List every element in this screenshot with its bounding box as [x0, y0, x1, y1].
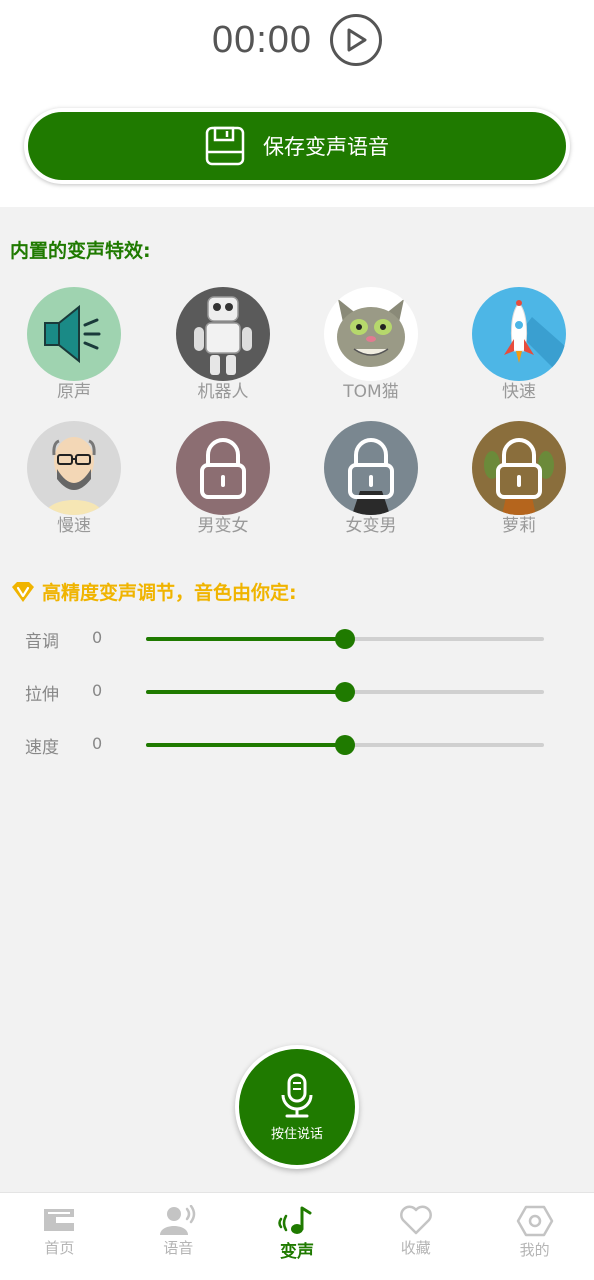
- slider-value: 0: [92, 628, 103, 647]
- tab-label: 语音: [163, 1239, 194, 1257]
- slider-value: 0: [92, 681, 103, 700]
- adjust-title-text: 高精度变声调节，音色由你定:: [42, 582, 297, 604]
- tab-favorites[interactable]: 收藏: [356, 1193, 475, 1280]
- slider-name: 拉伸: [25, 685, 59, 705]
- speed-slider[interactable]: [146, 735, 544, 755]
- hexagon-icon: [516, 1205, 553, 1237]
- effect-label: 快速: [502, 382, 536, 402]
- robot-icon: [194, 296, 252, 375]
- heart-icon: [399, 1205, 432, 1235]
- pitch-slider[interactable]: [146, 629, 544, 649]
- effects-section-title: 内置的变声特效:: [10, 240, 151, 262]
- play-icon: [347, 28, 367, 52]
- speaker-icon: [44, 304, 101, 364]
- tab-label: 收藏: [400, 1239, 431, 1257]
- rocket-icon: [504, 300, 566, 381]
- effect-label: 男变女: [197, 516, 249, 536]
- home-icon: [44, 1209, 75, 1231]
- slider-name: 速度: [25, 738, 59, 758]
- tab-mine[interactable]: 我的: [475, 1193, 594, 1280]
- adjust-section-title: 高精度变声调节，音色由你定:: [10, 578, 297, 605]
- tab-label: 变声: [279, 1242, 314, 1262]
- effect-label: 原声: [57, 382, 91, 402]
- slider-fill: [146, 690, 345, 694]
- tab-home[interactable]: 首页: [0, 1193, 119, 1280]
- tab-voice-change[interactable]: 变声: [238, 1193, 357, 1280]
- hold-to-talk-button[interactable]: 按住说话: [235, 1045, 359, 1169]
- effect-robot[interactable]: 机器人: [163, 287, 283, 403]
- timer-display: 00:00: [211, 18, 313, 61]
- effect-label: 萝莉: [502, 516, 536, 536]
- microphone-icon: [281, 1073, 313, 1117]
- slider-thumb[interactable]: [335, 735, 355, 755]
- effect-label: 机器人: [197, 382, 249, 402]
- save-voice-button[interactable]: 保存变声语音: [24, 108, 570, 184]
- lock-icon: [348, 438, 394, 515]
- tab-label: 首页: [44, 1239, 75, 1257]
- slider-value: 0: [92, 734, 103, 753]
- old-man-icon: [45, 437, 103, 515]
- tab-label: 我的: [519, 1241, 550, 1259]
- stretch-slider-row: 拉伸 0: [0, 678, 594, 708]
- effect-label: 慢速: [57, 516, 91, 536]
- slider-thumb[interactable]: [335, 629, 355, 649]
- vip-diamond-icon: [12, 581, 34, 602]
- play-button[interactable]: [330, 14, 383, 66]
- music-note-icon: [278, 1206, 312, 1234]
- effect-label: 女变男: [345, 516, 397, 536]
- slider-thumb[interactable]: [335, 682, 355, 702]
- voice-icon: [160, 1205, 196, 1235]
- save-voice-label: 保存变声语音: [263, 135, 389, 159]
- effect-slow[interactable]: 慢速: [14, 421, 134, 537]
- effect-loli[interactable]: 萝莉: [459, 421, 579, 537]
- tom-cat-icon: [337, 299, 405, 367]
- effect-female-to-male[interactable]: 女变男: [311, 421, 431, 537]
- floppy-disk-icon: [205, 126, 245, 166]
- slider-fill: [146, 637, 345, 641]
- player-panel: 00:00 保存变声语音: [0, 0, 594, 207]
- lock-icon: [200, 438, 246, 499]
- pitch-slider-row: 音调 0: [0, 625, 594, 655]
- timer-row: 00:00: [0, 14, 594, 66]
- lock-icon: [484, 438, 554, 515]
- slider-fill: [146, 743, 345, 747]
- tab-voice[interactable]: 语音: [119, 1193, 238, 1280]
- effect-tom-cat[interactable]: TOM猫: [311, 287, 431, 403]
- effect-label: TOM猫: [343, 382, 399, 402]
- slider-name: 音调: [25, 632, 59, 652]
- effect-male-to-female[interactable]: 男变女: [163, 421, 283, 537]
- effect-original[interactable]: 原声: [14, 287, 134, 403]
- speed-slider-row: 速度 0: [0, 731, 594, 761]
- hold-to-talk-label: 按住说话: [270, 1126, 323, 1142]
- effect-fast[interactable]: 快速: [459, 287, 579, 403]
- bottom-tab-bar: 首页 语音 变声 收藏 我的: [0, 1192, 594, 1280]
- stretch-slider[interactable]: [146, 682, 544, 702]
